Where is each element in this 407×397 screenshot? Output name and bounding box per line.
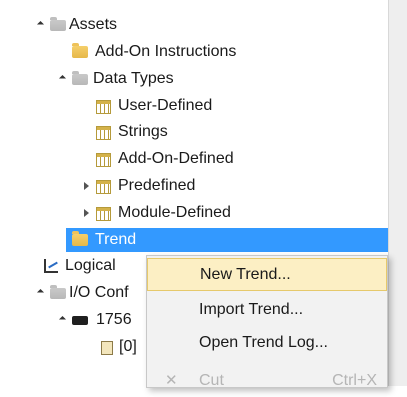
menu-item-label: New Trend... <box>200 266 291 283</box>
menu-item-import-trend[interactable]: Import Trend... <box>147 293 387 326</box>
menu-item-new-trend[interactable]: New Trend... <box>147 258 387 291</box>
tree-node-label: 1756 <box>96 311 132 328</box>
tree-node-assets[interactable]: Assets <box>0 13 388 37</box>
folder-open-icon <box>50 17 66 31</box>
collapse-arrow-icon[interactable] <box>84 209 89 217</box>
menu-item-label: Cut <box>199 372 224 389</box>
tree-node-trends[interactable]: Trend <box>66 228 388 252</box>
expand-arrow-icon[interactable] <box>36 288 45 297</box>
tree-node-label: Add-On Instructions <box>95 43 237 60</box>
data-grid-icon <box>96 100 111 114</box>
controller-icon <box>101 341 113 355</box>
data-grid-icon <box>96 180 111 194</box>
expand-arrow-icon[interactable] <box>58 74 67 83</box>
menu-item-shortcut: Ctrl+X <box>332 372 377 389</box>
tree-node-user-defined[interactable]: User-Defined <box>0 94 388 118</box>
data-grid-icon <box>96 153 111 167</box>
tree-node-label: User-Defined <box>118 97 213 114</box>
module-icon <box>72 316 88 325</box>
tree-node-data-types[interactable]: Data Types <box>0 67 388 91</box>
tree-node-label: Data Types <box>93 70 174 87</box>
folder-open-icon <box>50 285 66 299</box>
tree-node-label: Strings <box>118 123 168 140</box>
menu-item-open-trend-log[interactable]: Open Trend Log... <box>147 326 387 359</box>
context-menu: New Trend... Import Trend... Open Trend … <box>146 255 388 389</box>
tree-node-add-on-instructions[interactable]: Add-On Instructions <box>0 40 388 64</box>
tree-node-label: Assets <box>69 16 118 33</box>
data-grid-icon <box>96 207 111 221</box>
data-grid-icon <box>96 126 111 140</box>
tree-node-label: Module-Defined <box>118 204 231 221</box>
tree-node-label: Predefined <box>118 177 196 194</box>
tree-node-label: Trend <box>95 231 137 248</box>
trend-chart-icon <box>44 259 58 273</box>
expand-arrow-icon[interactable] <box>58 315 67 324</box>
folder-icon <box>72 43 88 58</box>
cut-icon: ✕ <box>165 372 178 389</box>
tree-node-label: I/O Conf <box>69 284 129 301</box>
tree-node-label: Logical <box>65 257 116 274</box>
tree-node-strings[interactable]: Strings <box>0 120 388 144</box>
folder-icon <box>72 231 88 246</box>
menu-item-label: Open Trend Log... <box>199 334 328 351</box>
expand-arrow-icon[interactable] <box>36 20 45 29</box>
tree-node-predefined[interactable]: Predefined <box>0 174 388 198</box>
folder-open-icon <box>72 71 88 85</box>
collapse-arrow-icon[interactable] <box>84 182 89 190</box>
tree-node-module-defined[interactable]: Module-Defined <box>0 201 388 225</box>
tree-node-label: [0] <box>119 338 137 355</box>
tree-node-label: Add-On-Defined <box>118 150 234 167</box>
vertical-scrollbar[interactable] <box>388 0 407 386</box>
menu-item-cut[interactable]: ✕ Cut Ctrl+X <box>147 364 387 397</box>
menu-item-label: Import Trend... <box>199 301 304 318</box>
tree-node-add-on-defined[interactable]: Add-On-Defined <box>0 147 388 171</box>
